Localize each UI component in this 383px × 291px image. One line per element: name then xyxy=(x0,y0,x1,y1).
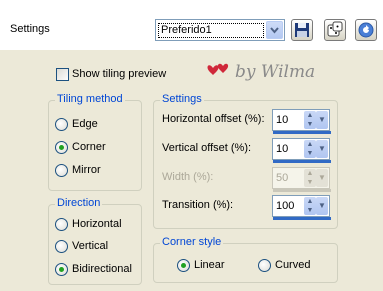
preset-value: Preferido1 xyxy=(158,23,264,38)
chevron-down-icon[interactable] xyxy=(266,21,283,39)
reset-button[interactable] xyxy=(355,19,377,41)
horizontal-offset-spinner[interactable]: 10 ▲ ▼ ▼ xyxy=(272,109,331,134)
slider-bar xyxy=(273,189,331,192)
vertical-offset-value[interactable]: 10 xyxy=(275,141,303,157)
slider-bar[interactable] xyxy=(273,217,331,220)
radio-horizontal-label: Horizontal xyxy=(72,218,122,230)
radio-mirror-label: Mirror xyxy=(72,164,101,176)
radio-button[interactable] xyxy=(55,164,68,177)
radio-button[interactable] xyxy=(55,218,68,231)
width-label: Width (%): xyxy=(162,171,214,183)
corner-style-title: Corner style xyxy=(160,236,224,248)
preset-bar: Settings Preferido1 xyxy=(0,0,383,50)
save-preset-button[interactable] xyxy=(291,19,313,41)
radio-edge-label: Edge xyxy=(72,118,98,130)
reset-arrow-icon xyxy=(358,22,374,38)
checkbox-box[interactable] xyxy=(56,68,69,81)
show-tiling-preview-label: Show tiling preview xyxy=(72,68,167,80)
vertical-offset-spinner[interactable]: 10 ▲ ▼ ▼ xyxy=(272,138,331,163)
horizontal-offset-label: Horizontal offset (%): xyxy=(162,113,265,125)
chevron-down-icon[interactable]: ▼ xyxy=(316,197,328,215)
svg-text:by Wilma: by Wilma xyxy=(235,62,315,82)
chevron-down-icon[interactable]: ▼ xyxy=(316,140,328,158)
vertical-offset-label: Vertical offset (%): xyxy=(162,142,252,154)
floppy-disk-icon xyxy=(295,23,309,37)
radio-vertical-label: Vertical xyxy=(72,240,109,252)
radio-corner-label: Corner xyxy=(72,141,106,153)
transition-label: Transition (%): xyxy=(162,199,234,211)
slider-bar[interactable] xyxy=(273,131,331,134)
up-down-arrows-icon: ▲ ▼ xyxy=(304,169,316,187)
radio-button[interactable] xyxy=(55,118,68,131)
width-spinner: 50 ▲ ▼ ▼ xyxy=(272,167,331,192)
radio-button-selected[interactable] xyxy=(177,259,190,272)
horizontal-offset-value[interactable]: 10 xyxy=(275,112,303,128)
radio-linear-label: Linear xyxy=(194,259,225,271)
preset-dropdown[interactable]: Preferido1 xyxy=(155,19,285,41)
radio-bidirectional-label: Bidirectional xyxy=(72,263,132,275)
dice-icon xyxy=(327,21,343,37)
settings-group-title: Settings xyxy=(160,93,204,105)
up-down-arrows-icon[interactable]: ▲ ▼ xyxy=(304,140,316,158)
chevron-down-icon: ▼ xyxy=(316,169,328,187)
slider-bar[interactable] xyxy=(273,160,331,163)
up-down-arrows-icon[interactable]: ▲ ▼ xyxy=(304,197,316,215)
watermark-logo: by Wilma xyxy=(205,55,355,87)
radio-button-selected[interactable] xyxy=(55,141,68,154)
randomize-button[interactable] xyxy=(324,19,346,41)
up-down-arrows-icon[interactable]: ▲ ▼ xyxy=(304,111,316,129)
width-value: 50 xyxy=(276,172,289,184)
radio-button[interactable] xyxy=(55,240,68,253)
radio-curved-label: Curved xyxy=(275,259,311,271)
settings-label: Settings xyxy=(10,23,50,35)
radio-button[interactable] xyxy=(258,259,271,272)
chevron-down-icon[interactable]: ▼ xyxy=(316,111,328,129)
transition-value[interactable]: 100 xyxy=(275,198,303,214)
radio-button-selected[interactable] xyxy=(55,263,68,276)
tiling-method-title: Tiling method xyxy=(55,93,125,105)
transition-spinner[interactable]: 100 ▲ ▼ ▼ xyxy=(272,195,331,220)
direction-title: Direction xyxy=(55,197,103,209)
